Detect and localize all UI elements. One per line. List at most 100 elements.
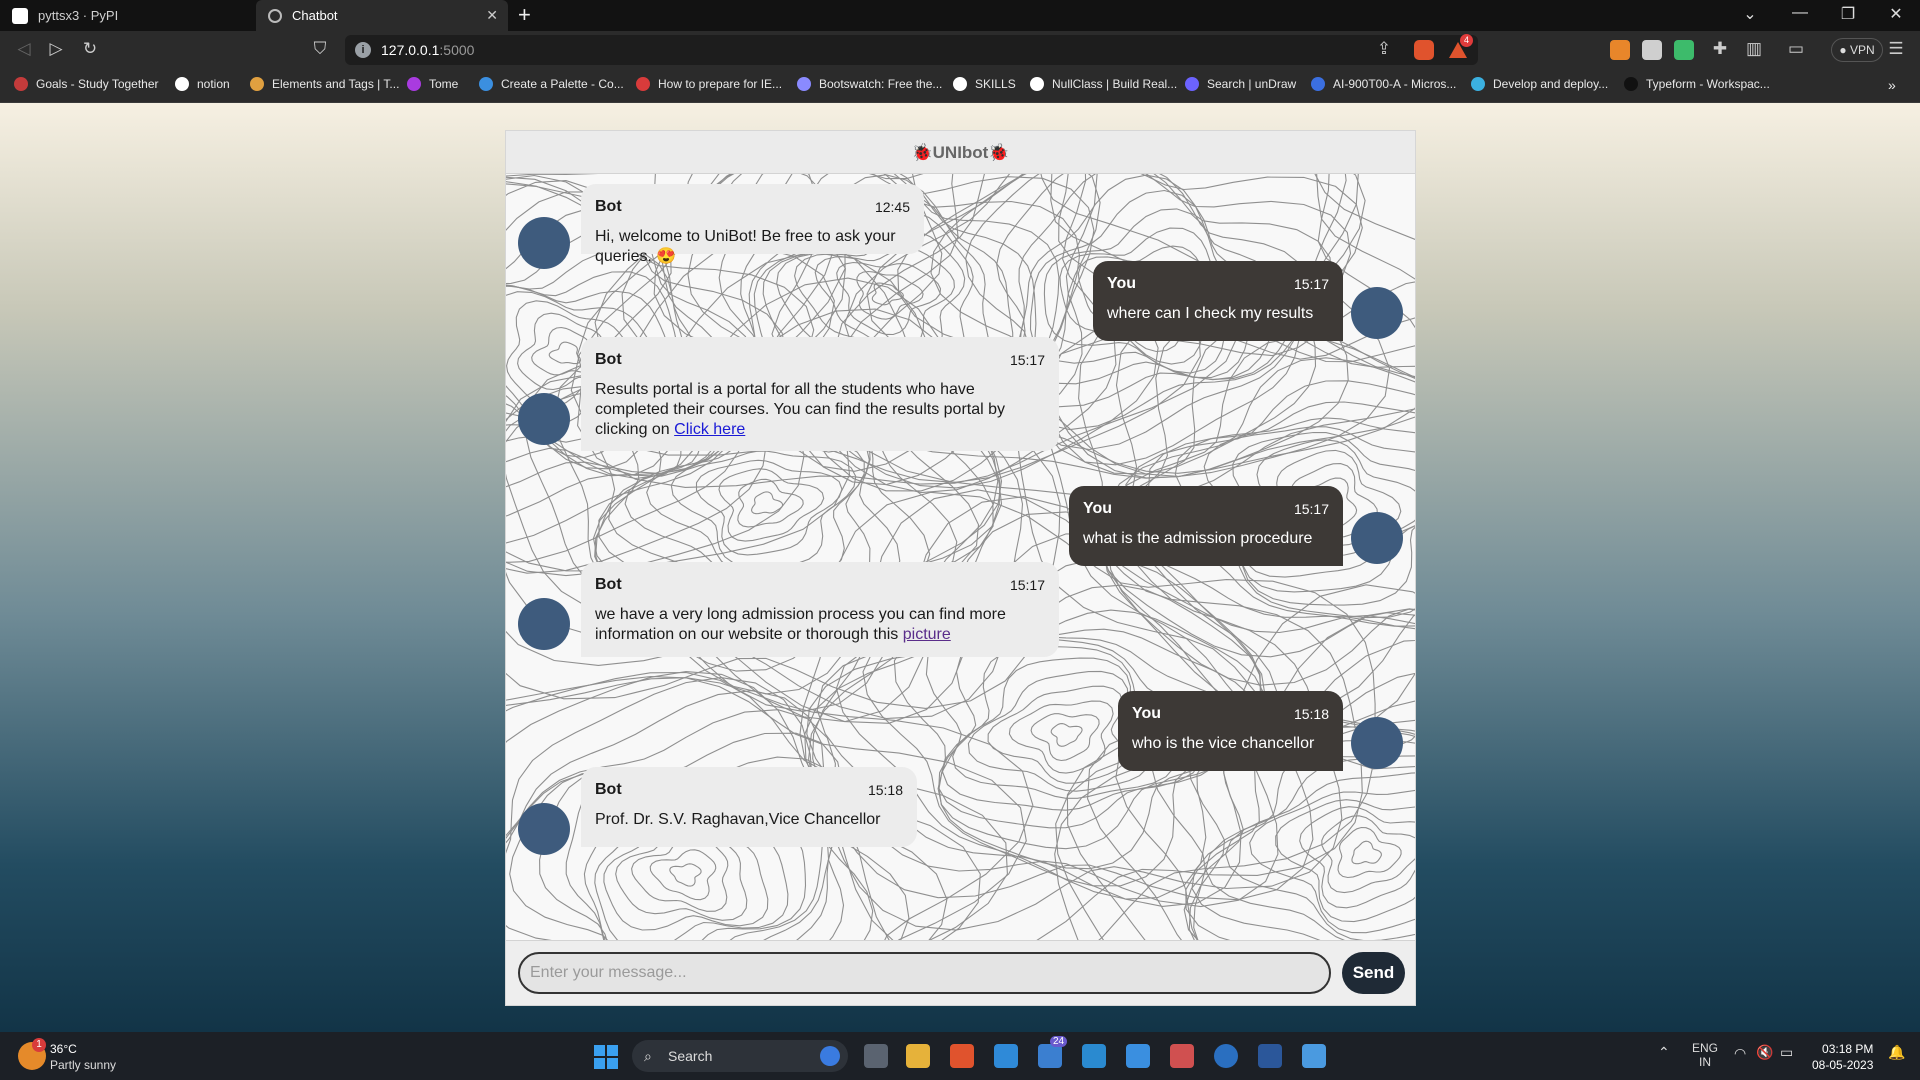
photos-icon[interactable]: [1302, 1044, 1326, 1068]
vpn-button[interactable]: ● VPN: [1831, 38, 1883, 62]
restore-button[interactable]: ❐: [1828, 4, 1868, 24]
file-explorer-icon[interactable]: [906, 1044, 930, 1068]
message-input[interactable]: [518, 952, 1331, 994]
bookmark-favicon-icon: [1471, 77, 1485, 91]
bug-icon: 🐞: [988, 143, 1010, 162]
bookmark-item[interactable]: notion: [175, 77, 230, 91]
bookmark-favicon-icon: [1624, 77, 1638, 91]
sidebar-icon[interactable]: ▥: [1742, 39, 1766, 59]
bookmark-label: Typeform - Workspac...: [1646, 77, 1770, 91]
metamask-extension-icon[interactable]: [1610, 40, 1630, 60]
message-time: 15:18: [867, 782, 903, 798]
message-text: where can I check my results: [1107, 305, 1314, 322]
windows-start-icon[interactable]: [594, 1045, 618, 1069]
message-text: we have a very long admission process yo…: [595, 605, 1045, 645]
bookmark-item[interactable]: Bootswatch: Free the...: [797, 77, 942, 91]
user-avatar: [1351, 717, 1403, 769]
bookmark-item[interactable]: How to prepare for IE...: [636, 77, 782, 91]
bookmark-label: Search | unDraw: [1207, 77, 1297, 91]
show-hidden-icons-chevron-icon[interactable]: ⌃: [1658, 1044, 1670, 1061]
bookmark-item[interactable]: Tome: [407, 77, 458, 91]
bookmark-item[interactable]: Typeform - Workspac...: [1624, 77, 1770, 91]
mail-icon[interactable]: 24: [1038, 1036, 1068, 1068]
chat-input-area: Send: [506, 940, 1415, 1005]
bookmark-favicon-icon: [1030, 77, 1044, 91]
grammarly-extension-icon[interactable]: [1674, 40, 1694, 60]
bookmark-label: How to prepare for IE...: [658, 77, 783, 91]
back-icon[interactable]: ◁: [12, 39, 36, 59]
bing-app-icon[interactable]: [1082, 1044, 1106, 1068]
vscode-icon[interactable]: [994, 1044, 1018, 1068]
bookmark-favicon-icon: [1185, 77, 1199, 91]
notepad-icon[interactable]: [1126, 1044, 1150, 1068]
edge-icon[interactable]: [1214, 1044, 1238, 1068]
bookmark-label: Bootswatch: Free the...: [819, 77, 943, 91]
clock[interactable]: 03:18 PM 08-05-2023: [1812, 1041, 1873, 1073]
wallet-icon[interactable]: ▭: [1784, 39, 1808, 59]
chat-messages[interactable]: Bot 12:45 Hi, welcome to UniBot! Be free …: [506, 174, 1415, 940]
message-time: 15:17: [1293, 276, 1329, 292]
message-time: 15:18: [1293, 706, 1329, 722]
taskbar: 1 36°C Partly sunny ⌕ Search 24 ⌃ ENG IN…: [0, 1032, 1920, 1080]
brave-rewards-icon[interactable]: 4: [1448, 34, 1473, 60]
weather-description[interactable]: Partly sunny: [50, 1058, 116, 1072]
word-icon[interactable]: [1258, 1044, 1282, 1068]
send-button[interactable]: Send: [1342, 952, 1405, 994]
task-view-icon[interactable]: [864, 1044, 888, 1068]
minimize-button[interactable]: —: [1780, 4, 1820, 22]
battery-icon[interactable]: ▭: [1780, 1044, 1793, 1061]
bing-icon[interactable]: [820, 1046, 840, 1066]
results-portal-link[interactable]: Click here: [674, 421, 745, 438]
message-time: 15:17: [1009, 577, 1045, 593]
user-message: You 15:18 who is the vice chancellor: [1118, 691, 1343, 771]
tab-pypi[interactable]: pyttsx3 · PyPI: [0, 0, 256, 31]
bookmark-item[interactable]: Develop and deploy...: [1471, 77, 1608, 91]
more-bookmarks-icon[interactable]: »: [1888, 77, 1896, 93]
bookmark-label: NullClass | Build Real...: [1052, 77, 1178, 91]
new-tab-button[interactable]: +: [518, 2, 531, 28]
user-message: You 15:17 what is the admission procedure: [1069, 486, 1343, 566]
bot-message: Bot 15:17 Results portal is a portal for …: [581, 337, 1059, 451]
search-label: Search: [668, 1048, 713, 1064]
toolbar: ◁ ▷ ↻ ⛉ i 127.0.0.1 :5000 ⇪ 4 ✚ ▥ ▭ ● VP…: [0, 31, 1920, 69]
bookmark-icon[interactable]: ⛉: [308, 39, 332, 59]
url-port: :5000: [439, 42, 475, 58]
address-bar[interactable]: i 127.0.0.1 :5000: [345, 35, 1478, 65]
bookmark-item[interactable]: Goals - Study Together: [14, 77, 159, 91]
tab-title: pyttsx3 · PyPI: [38, 8, 119, 23]
brave-browser-icon[interactable]: [950, 1044, 974, 1068]
extension-icon[interactable]: [1642, 40, 1662, 60]
clock-time: 03:18 PM: [1822, 1042, 1874, 1056]
share-icon[interactable]: ⇪: [1372, 39, 1396, 59]
site-info-icon[interactable]: i: [355, 42, 371, 58]
bookmark-item[interactable]: NullClass | Build Real...: [1030, 77, 1177, 91]
snipping-tool-icon[interactable]: [1170, 1044, 1194, 1068]
close-window-button[interactable]: ✕: [1876, 4, 1916, 24]
message-text: who is the vice chancellor: [1132, 735, 1315, 752]
brave-shields-icon[interactable]: [1414, 40, 1434, 60]
rewards-badge: 4: [1460, 34, 1473, 47]
bookmark-item[interactable]: AI-900T00-A - Micros...: [1311, 77, 1456, 91]
bookmark-label: Elements and Tags | T...: [272, 77, 400, 91]
forward-icon[interactable]: ▷: [44, 39, 68, 59]
bookmark-item[interactable]: SKILLS: [953, 77, 1016, 91]
menu-icon[interactable]: ☰: [1884, 39, 1908, 59]
picture-link[interactable]: picture: [903, 626, 951, 643]
taskbar-search[interactable]: ⌕ Search: [632, 1040, 848, 1072]
message-time: 12:45: [874, 199, 910, 215]
bookmark-item[interactable]: Elements and Tags | T...: [250, 77, 399, 91]
puzzle-extensions-icon[interactable]: ✚: [1708, 39, 1732, 59]
bookmark-label: AI-900T00-A - Micros...: [1333, 77, 1457, 91]
language-indicator[interactable]: ENG IN: [1692, 1041, 1718, 1069]
weather-temperature[interactable]: 36°C: [50, 1042, 77, 1056]
tab-chatbot[interactable]: Chatbot ✕: [256, 0, 508, 31]
bookmark-item[interactable]: Create a Palette - Co...: [479, 77, 624, 91]
close-tab-icon[interactable]: ✕: [486, 7, 498, 24]
bookmark-favicon-icon: [407, 77, 421, 91]
notification-icon[interactable]: 🔔: [1888, 1044, 1905, 1061]
bookmark-item[interactable]: Search | unDraw: [1185, 77, 1296, 91]
speaker-muted-icon[interactable]: 🔇: [1756, 1044, 1773, 1061]
reload-icon[interactable]: ↻: [78, 39, 102, 59]
wifi-icon[interactable]: ◠: [1734, 1045, 1746, 1062]
tab-search-chevron-icon[interactable]: ⌄: [1730, 4, 1770, 24]
